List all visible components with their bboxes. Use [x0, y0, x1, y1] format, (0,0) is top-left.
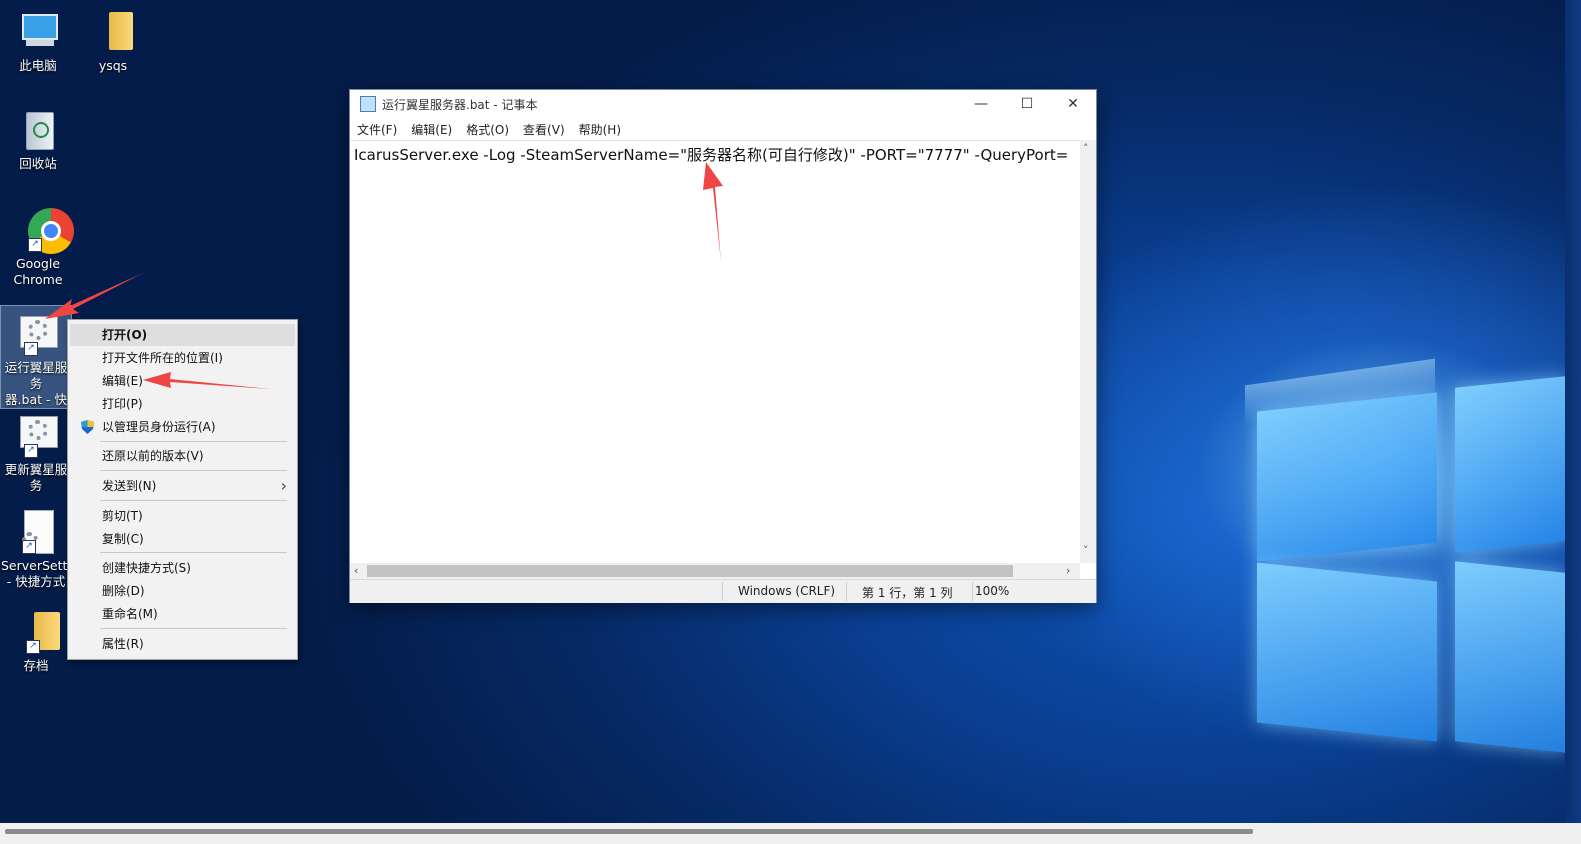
- menu-file[interactable]: 文件(F): [350, 121, 404, 138]
- menu-item-open[interactable]: 打开(O): [70, 324, 295, 346]
- menu-separator: [100, 552, 287, 553]
- shortcut-arrow-icon: ↗: [24, 342, 38, 356]
- menu-item-cut[interactable]: 剪切(T): [70, 505, 295, 527]
- notepad-icon: [360, 96, 376, 112]
- gear-file-icon: ↗: [14, 312, 58, 356]
- shortcut-arrow-icon: ↗: [24, 444, 38, 458]
- context-menu[interactable]: 打开(O) 打开文件所在的位置(I) 编辑(E) 打印(P) 以管理员身份运行(…: [67, 319, 298, 660]
- desktop-icon-label: 更新翼星服务 器.bat - 快...: [4, 462, 68, 493]
- maximize-button[interactable]: ☐: [1004, 90, 1050, 118]
- menu-item-send-to[interactable]: 发送到(N) ›: [70, 475, 295, 497]
- menu-item-print[interactable]: 打印(P): [70, 393, 295, 415]
- menu-item-run-as-admin[interactable]: 以管理员身份运行(A): [70, 416, 295, 438]
- minimize-button[interactable]: —: [958, 90, 1004, 118]
- recycle-bin-icon: [16, 108, 60, 152]
- menu-item-label: 发送到(N): [102, 479, 157, 493]
- close-button[interactable]: ✕: [1050, 90, 1096, 118]
- scroll-left-icon[interactable]: ‹: [354, 564, 358, 577]
- shortcut-arrow-icon: ↗: [28, 238, 42, 252]
- desktop-icon-label: Google Chrome: [13, 256, 63, 287]
- desktop-icon-archive-folder[interactable]: ↗ 存档: [1, 610, 71, 674]
- notepad-title-bar[interactable]: 运行翼星服务器.bat - 记事本 — ☐ ✕: [350, 90, 1096, 118]
- menu-separator: [100, 500, 287, 501]
- desktop-icon-recycle-bin[interactable]: 回收站: [2, 108, 74, 172]
- menu-format[interactable]: 格式(O): [459, 121, 516, 138]
- right-edge-bar: [1565, 0, 1581, 823]
- menu-separator: [100, 441, 287, 442]
- menu-item-open-location[interactable]: 打开文件所在的位置(I): [70, 347, 295, 369]
- gear-file-icon: ↗: [14, 414, 58, 458]
- menu-item-edit[interactable]: 编辑(E): [70, 370, 295, 392]
- status-bar: Windows (CRLF) 第 1 行，第 1 列 100%: [350, 579, 1096, 603]
- notepad-title: 运行翼星服务器.bat - 记事本: [382, 97, 538, 112]
- chrome-icon: ↗: [16, 208, 74, 254]
- shortcut-arrow-icon: ↗: [22, 540, 36, 554]
- desktop-icon-serversettings[interactable]: ↗ ServerSett... - 快捷方式: [1, 510, 79, 590]
- notepad-menu-bar: 文件(F) 编辑(E) 格式(O) 查看(V) 帮助(H): [350, 118, 1096, 140]
- desktop-icon-label: 此电脑: [19, 58, 57, 73]
- scroll-up-icon[interactable]: ˄: [1083, 142, 1089, 155]
- desktop-icon-run-server-bat[interactable]: ↗ 运行翼星服务 器.bat - 快捷 方式: [0, 305, 72, 409]
- folder-icon: [91, 10, 135, 54]
- menu-item-create-shortcut[interactable]: 创建快捷方式(S): [70, 557, 295, 579]
- menu-item-delete[interactable]: 删除(D): [70, 580, 295, 602]
- submenu-chevron-icon: ›: [280, 476, 287, 495]
- menu-item-rename[interactable]: 重命名(M): [70, 603, 295, 625]
- computer-icon: [16, 10, 60, 54]
- status-cursor-position: 第 1 行，第 1 列: [862, 586, 953, 600]
- menu-edit[interactable]: 编辑(E): [404, 121, 459, 138]
- desktop-icon-this-pc[interactable]: 此电脑: [2, 10, 74, 74]
- desktop-icon-label: 运行翼星服务 器.bat - 快捷 方式: [4, 360, 68, 407]
- notepad-text-area[interactable]: IcarusServer.exe -Log -SteamServerName="…: [350, 140, 1080, 563]
- folder-icon: ↗: [14, 610, 60, 654]
- settings-file-icon: ↗: [14, 510, 58, 554]
- uac-shield-icon: [81, 420, 94, 434]
- status-zoom: 100%: [975, 584, 1010, 598]
- menu-separator: [100, 628, 287, 629]
- status-encoding: Windows (CRLF): [738, 584, 836, 598]
- bottom-scrollbar[interactable]: [0, 823, 1581, 844]
- desktop-icon-ysqs[interactable]: ysqs: [77, 10, 149, 74]
- desktop-icon-update-server-bat[interactable]: ↗ 更新翼星服务 器.bat - 快...: [1, 414, 71, 494]
- notepad-window[interactable]: 运行翼星服务器.bat - 记事本 — ☐ ✕ 文件(F) 编辑(E) 格式(O…: [349, 89, 1097, 603]
- desktop-icon-label: 回收站: [19, 156, 57, 171]
- scroll-right-icon[interactable]: ›: [1066, 564, 1070, 577]
- menu-item-label: 以管理员身份运行(A): [102, 420, 216, 434]
- desktop-icon-label: ysqs: [98, 58, 128, 73]
- menu-item-properties[interactable]: 属性(R): [70, 633, 295, 655]
- menu-help[interactable]: 帮助(H): [572, 121, 628, 138]
- menu-view[interactable]: 查看(V): [516, 121, 572, 138]
- windows-logo-wallpaper: [1245, 358, 1575, 802]
- desktop-icon-label: 存档: [23, 658, 49, 673]
- shortcut-arrow-icon: ↗: [26, 640, 40, 654]
- menu-separator: [100, 470, 287, 471]
- menu-item-restore-versions[interactable]: 还原以前的版本(V): [70, 445, 295, 467]
- scroll-down-icon[interactable]: ˅: [1083, 544, 1089, 557]
- menu-item-copy[interactable]: 复制(C): [70, 528, 295, 550]
- horizontal-scrollbar[interactable]: ‹ ›: [350, 563, 1080, 579]
- desktop-icon-chrome[interactable]: ↗ Google Chrome: [2, 208, 74, 288]
- vertical-scrollbar[interactable]: ˄ ˅: [1080, 140, 1096, 563]
- bottom-scroll-thumb[interactable]: [5, 829, 1253, 834]
- horizontal-scroll-thumb[interactable]: [367, 565, 1013, 577]
